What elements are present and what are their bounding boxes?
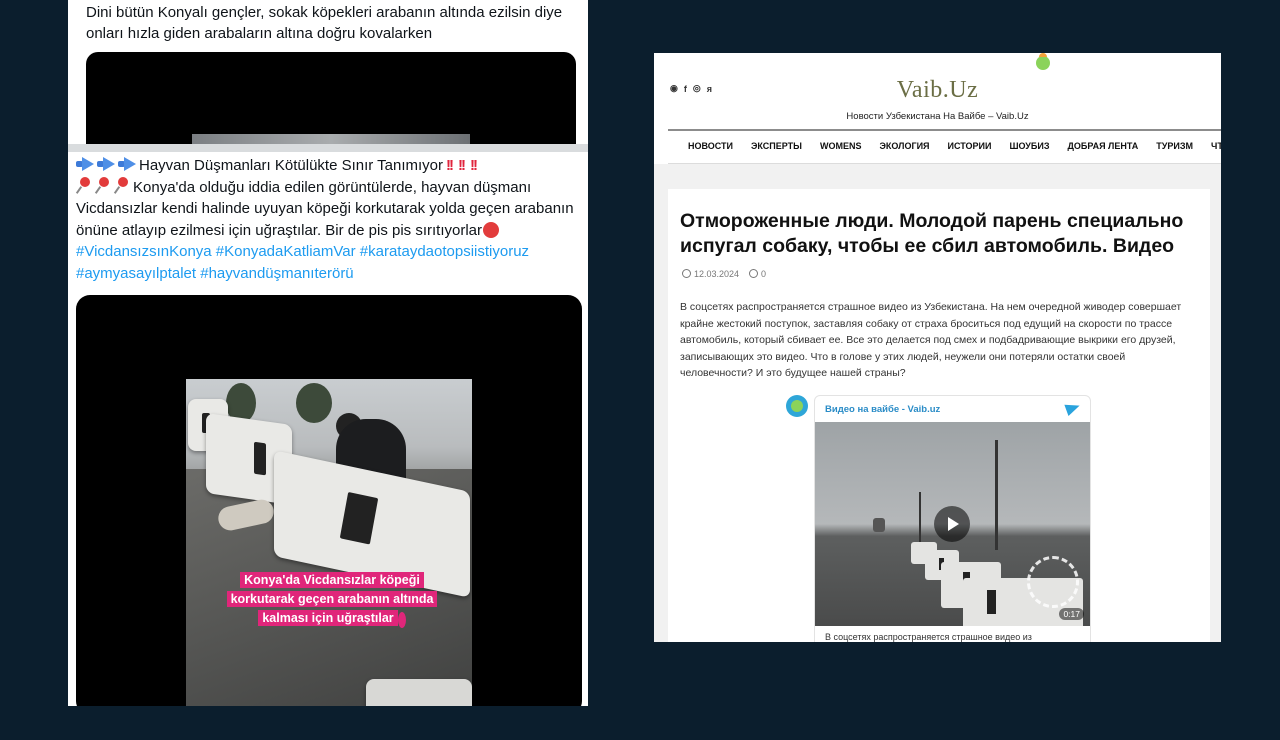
clock-icon [682, 269, 691, 278]
site-logo[interactable]: Vaib.Uz [654, 77, 1221, 104]
tweet-headline: Hayvan Düşmanları Kötülükte Sınır Tanımı… [139, 157, 444, 174]
watermark-icon [1027, 556, 1079, 608]
comment-icon [749, 269, 759, 278]
telegram-icon[interactable] [1064, 399, 1082, 417]
video-caption: Konya'da Vicdansızlar köpeği korkutarak … [216, 571, 448, 630]
megaphone-icon [118, 157, 138, 171]
nav-item-good-news[interactable]: ДОБРАЯ ЛЕНТА [1067, 141, 1138, 151]
grin-sweat-icon [397, 612, 406, 628]
video-thumbnail-strip [192, 134, 470, 144]
nav-item-more[interactable]: ЧТО З [1211, 141, 1221, 151]
article-meta: 12.03.2024 0 [682, 269, 766, 279]
angry-face-icon [483, 221, 500, 238]
telegram-embed: Видео на вайбе - Vaib.uz 0:17 В соцсетях… [786, 395, 1106, 642]
tweet-top-text: Dini bütün Konyalı gençler, sokak köpekl… [86, 4, 563, 42]
nav-item-ecology[interactable]: ЭКОЛОГИЯ [879, 141, 929, 151]
double-exclamation-icon: !! [458, 157, 466, 174]
channel-avatar[interactable] [786, 395, 808, 417]
article-comments[interactable]: 0 [749, 269, 766, 279]
video-duration: 0:17 [1059, 608, 1084, 620]
article-card: Отмороженные люди. Молодой парень специа… [668, 189, 1210, 642]
double-exclamation-icon: !! [470, 157, 478, 174]
nav-item-womens[interactable]: WOMENS [820, 141, 862, 151]
article-title: Отмороженные люди. Молодой парень специа… [680, 210, 1184, 257]
header-rule [668, 129, 1221, 131]
tweet-hashtags[interactable]: #VicdansızsınKonya #KonyadaKatliamVar #k… [76, 241, 584, 284]
megaphone-icon [76, 157, 96, 171]
pushpin-icon [76, 176, 93, 194]
video-frame [186, 379, 472, 706]
play-button[interactable] [934, 506, 970, 542]
article-screenshot: ◉ f ◎ я Vaib.Uz Новости Узбекистана На В… [654, 53, 1221, 642]
channel-name[interactable]: Видео на вайбе - Vaib.uz [825, 404, 940, 415]
main-nav: НОВОСТИ ЭКСПЕРТЫ WOMENS ЭКОЛОГИЯ ИСТОРИИ… [688, 141, 1221, 151]
article-date: 12.03.2024 [682, 269, 739, 279]
double-exclamation-icon: !! [446, 157, 454, 174]
article-body: В соцсетях распространяется страшное вид… [680, 301, 1182, 379]
nav-item-showbiz[interactable]: ШОУБИЗ [1009, 141, 1049, 151]
tweet-line-1: Hayvan Düşmanları Kötülükte Sınır Tanımı… [76, 155, 584, 177]
nav-item-stories[interactable]: ИСТОРИИ [948, 141, 992, 151]
tree-shape [296, 383, 332, 423]
nav-item-news[interactable]: НОВОСТИ [688, 141, 733, 151]
pushpin-icon [114, 176, 131, 194]
mascot-logo-icon [1034, 53, 1052, 73]
tweet-video-main[interactable]: Konya'da Vicdansızlar köpeği korkutarak … [76, 295, 582, 706]
nav-item-tourism[interactable]: ТУРИЗМ [1156, 141, 1193, 151]
site-tagline: Новости Узбекистана На Вайбе – Vaib.Uz [846, 111, 1029, 122]
pushpin-icon [95, 176, 112, 194]
car-hood [366, 679, 472, 706]
tweet-line-2: Konya'da olduğu iddia edilen görüntülerd… [76, 176, 584, 242]
divider [68, 144, 588, 152]
video-caption-text: Konya'da Vicdansızlar köpeği korkutarak … [226, 572, 438, 626]
nav-item-experts[interactable]: ЭКСПЕРТЫ [751, 141, 802, 151]
tweet-video-top[interactable] [86, 52, 576, 144]
megaphone-icon [97, 157, 117, 171]
post-snippet: В соцсетях распространяется страшное вид… [825, 632, 1032, 642]
telegram-post: Видео на вайбе - Vaib.uz 0:17 В соцсетях… [814, 395, 1091, 642]
lamp-post [995, 440, 998, 550]
tweet-body: Hayvan Düşmanları Kötülükte Sınır Tanımı… [76, 155, 584, 284]
lamp-post [919, 492, 921, 542]
truck-shape [873, 518, 885, 532]
tweet-screenshot: Dini bütün Konyalı gençler, sokak köpekl… [68, 0, 588, 706]
embed-video[interactable]: 0:17 [815, 422, 1090, 626]
